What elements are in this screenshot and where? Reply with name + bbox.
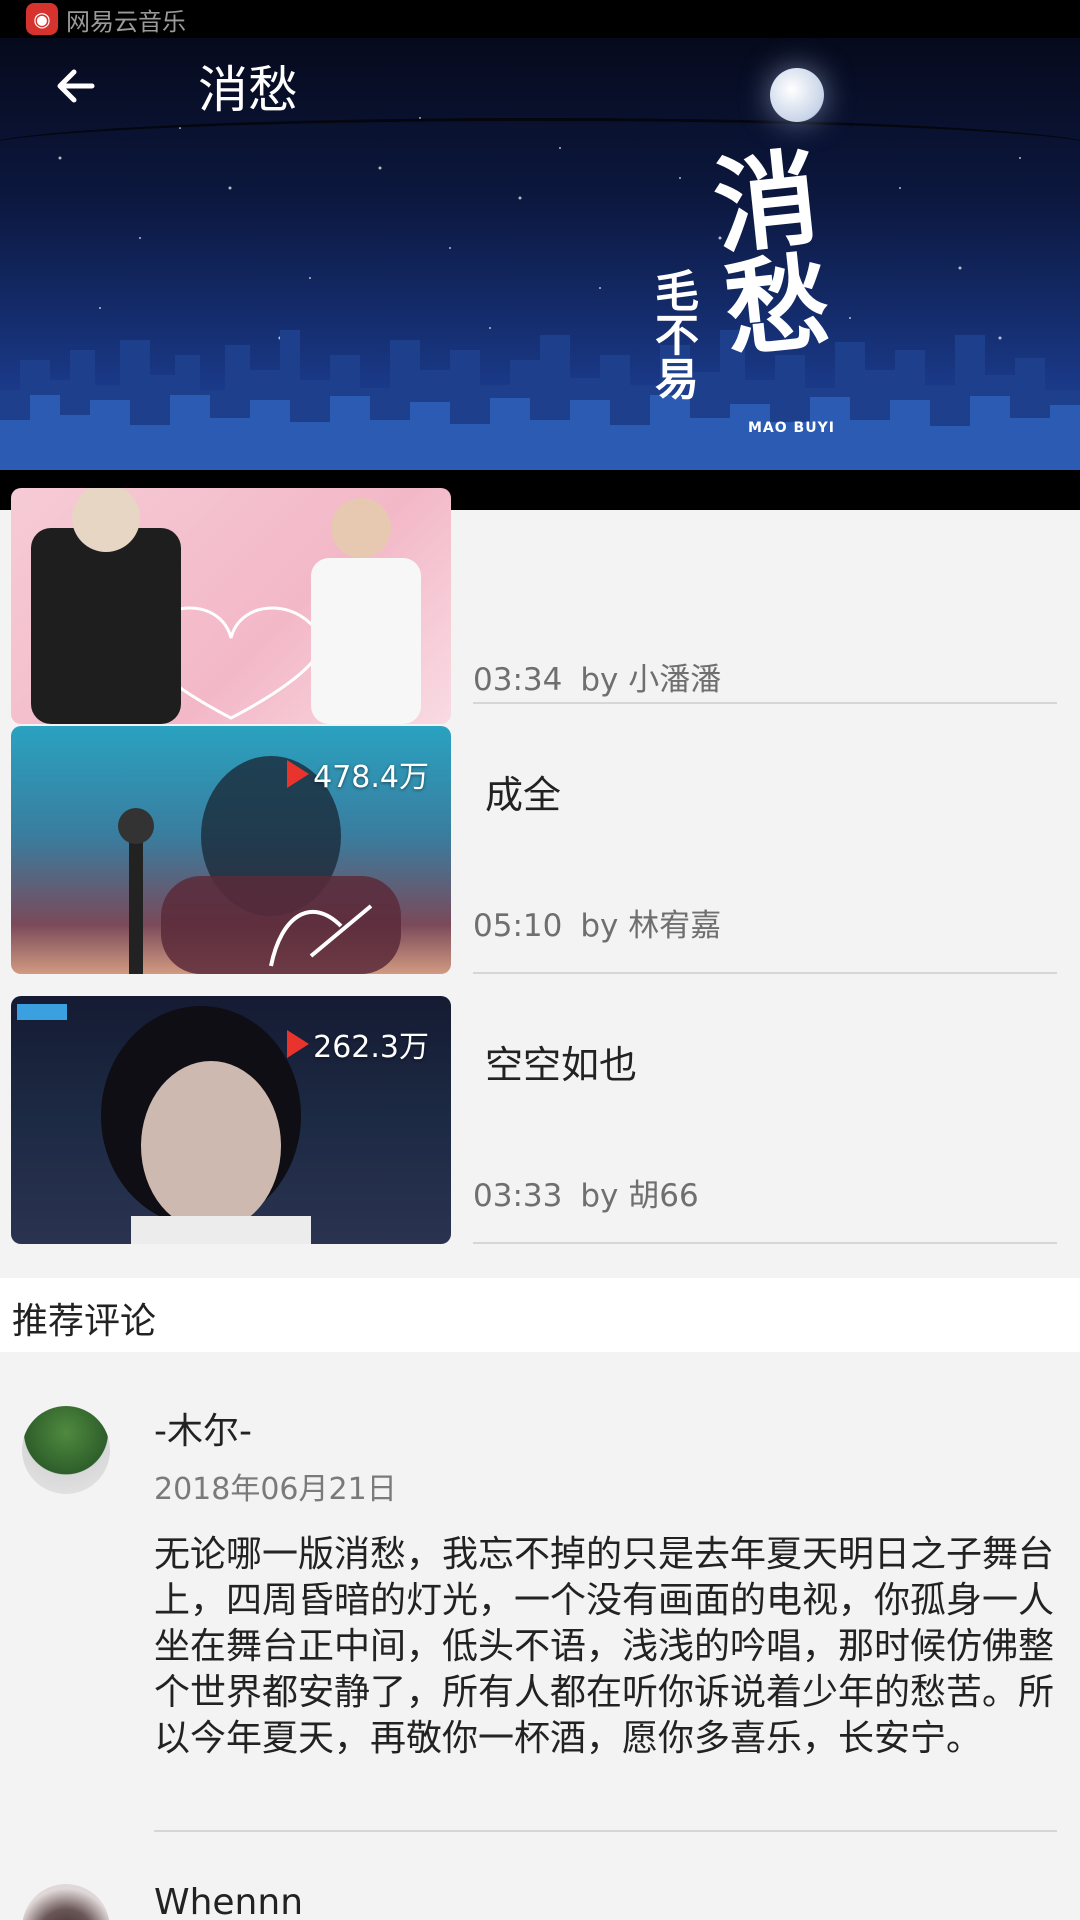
banner-artwork: 消愁 毛不易 MAO BUYI xyxy=(640,142,900,448)
city-skyline xyxy=(0,330,1080,470)
banner-artist-name: 毛不易 xyxy=(647,268,698,400)
comment-username[interactable]: Whennn_ xyxy=(154,1882,321,1920)
back-button[interactable] xyxy=(44,54,108,118)
video-duration: 03:33 xyxy=(473,1178,563,1214)
video-item[interactable]: 478.4万 成全 05:10 by 林宥嘉 xyxy=(0,726,1080,996)
video-duration: 05:10 xyxy=(473,908,563,944)
video-meta: 03:34 by 小潘潘 xyxy=(473,654,721,699)
status-app-name: 网易云音乐 xyxy=(66,7,186,36)
video-title: 成全 xyxy=(485,773,562,817)
avatar[interactable] xyxy=(22,1884,110,1920)
moon xyxy=(770,68,824,122)
thumbnail-art xyxy=(31,488,421,724)
play-count: 262.3万 xyxy=(287,1022,429,1066)
video-author: by 林宥嘉 xyxy=(580,908,722,944)
divider xyxy=(154,1830,1057,1832)
header-banner: 消愁 消愁 毛不易 MAO BUYI xyxy=(0,38,1080,510)
video-author: by 胡66 xyxy=(580,1178,699,1214)
divider xyxy=(473,1242,1057,1244)
banner-latin-name: MAO BUYI xyxy=(748,420,835,436)
play-icon xyxy=(287,1030,310,1058)
related-video-list: 03:34 by 小潘潘 478.4万 成全 05:10 by 林宥嘉 262.… xyxy=(0,488,1080,1266)
video-author: by 小潘潘 xyxy=(580,662,722,698)
page-title: 消愁 xyxy=(198,61,298,119)
status-bar: ◉ 网易云音乐 xyxy=(0,0,1080,38)
video-item[interactable]: 03:34 by 小潘潘 xyxy=(0,488,1080,726)
netease-music-icon: ◉ xyxy=(26,3,58,35)
comment-username[interactable]: -木尔- xyxy=(154,1402,252,1454)
comment-text: 无论哪一版消愁，我忘不掉的只是去年夏天明日之子舞台上，四周昏暗的灯光，一个没有画… xyxy=(154,1534,1055,1759)
app-screen: ◉ 网易云音乐 消愁 消愁 毛不易 MAO BUYI 03:34 by 小潘潘 … xyxy=(0,0,1080,1920)
video-duration: 03:34 xyxy=(473,662,563,698)
play-count: 478.4万 xyxy=(287,752,429,796)
comment-date: 2018年06月21日 xyxy=(154,1472,397,1507)
arrow-left-icon xyxy=(57,69,95,103)
section-title: 推荐评论 xyxy=(12,1301,157,1342)
video-meta: 05:10 by 林宥嘉 xyxy=(473,900,721,945)
video-title: 空空如也 xyxy=(485,1043,638,1087)
video-thumbnail[interactable]: 262.3万 xyxy=(11,996,451,1244)
video-thumbnail[interactable]: 478.4万 xyxy=(11,726,451,974)
recommended-comments-header: 推荐评论 xyxy=(0,1278,1080,1352)
video-meta: 03:33 by 胡66 xyxy=(473,1170,699,1215)
divider xyxy=(473,972,1057,974)
play-icon xyxy=(287,760,310,788)
video-thumbnail[interactable] xyxy=(11,488,451,724)
video-item[interactable]: 262.3万 空空如也 03:33 by 胡66 xyxy=(0,996,1080,1266)
divider xyxy=(473,702,1057,704)
banner-song-title: 消愁 xyxy=(690,142,835,362)
avatar[interactable] xyxy=(22,1406,110,1494)
power-line xyxy=(0,118,1080,178)
